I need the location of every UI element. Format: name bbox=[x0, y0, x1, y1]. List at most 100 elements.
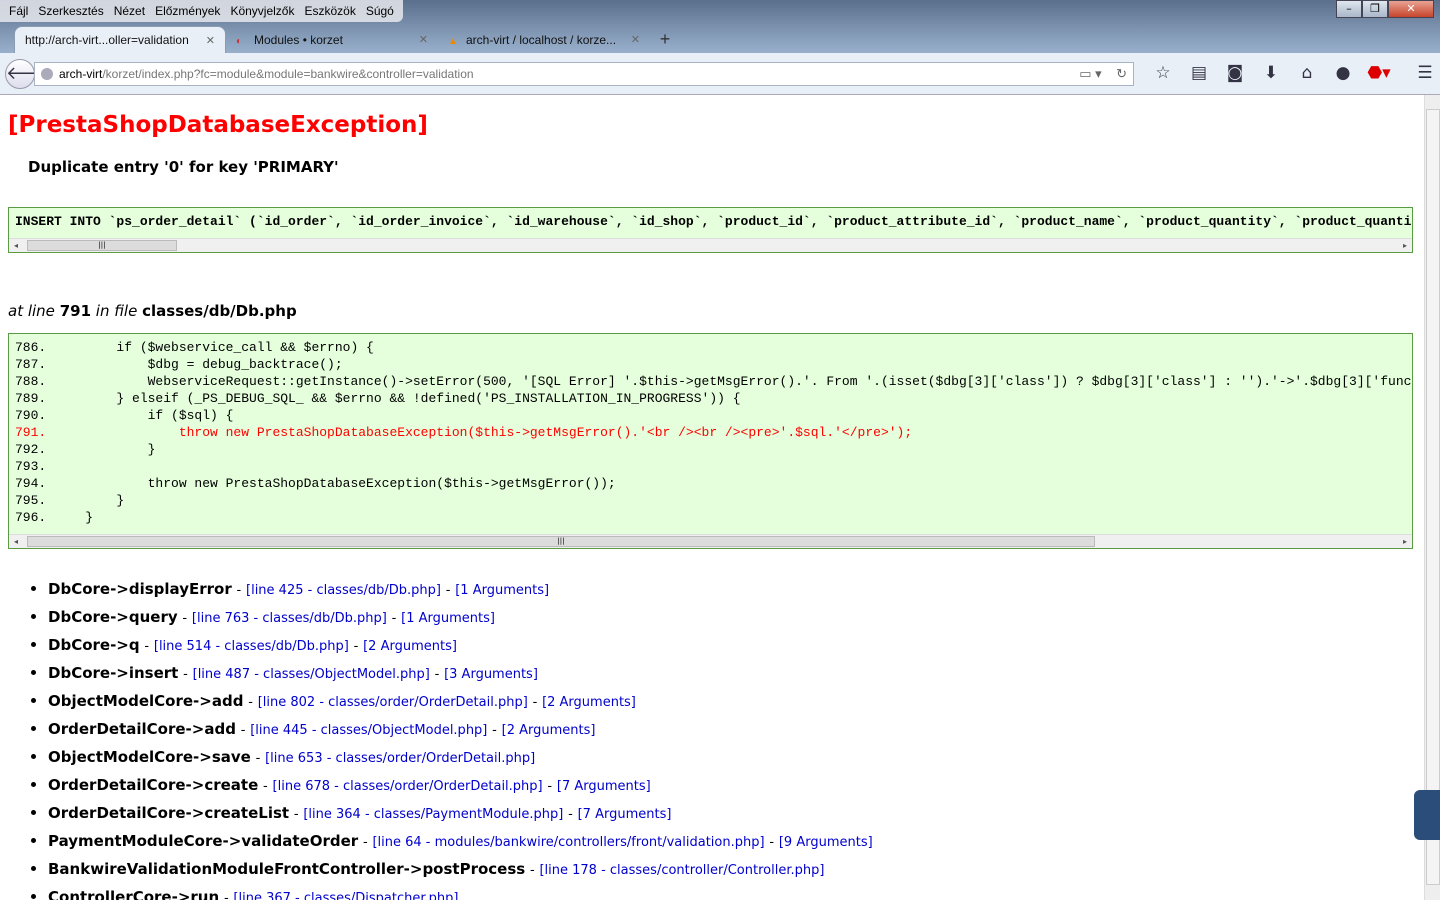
trace-function: DbCore->insert bbox=[48, 664, 179, 682]
pocket-icon[interactable]: ◙ bbox=[1217, 63, 1253, 83]
error-location: at line 791 in file classes/db/Db.php bbox=[8, 302, 297, 320]
phpmyadmin-icon: ▲ bbox=[448, 35, 458, 47]
url-host: arch-virt bbox=[59, 67, 103, 81]
trace-function: PaymentModuleCore->validateOrder bbox=[48, 832, 359, 850]
tab-strip: http://arch-virt...oller=validation ✕ ◐ Mo… bbox=[14, 26, 680, 53]
sql-horizontal-scrollbar[interactable]: ◂ ||| ▸ bbox=[9, 238, 1412, 252]
trace-location-link[interactable]: [line 514 - classes/db/Db.php] bbox=[154, 639, 349, 654]
home-icon[interactable]: ⌂ bbox=[1289, 63, 1325, 83]
chat-icon[interactable]: ● bbox=[1325, 63, 1361, 83]
prestashop-icon: ◐ bbox=[236, 35, 243, 47]
code-before: 786. if ($webservice_call && $errno) { 7… bbox=[15, 340, 1412, 423]
back-button[interactable]: 🡐 bbox=[5, 59, 54, 89]
adblock-icon[interactable]: ⬣▾ bbox=[1361, 63, 1397, 83]
close-tab-icon[interactable]: ✕ bbox=[419, 33, 428, 46]
trace-item: BankwireValidationModuleFrontController-… bbox=[48, 859, 873, 887]
menu-item[interactable]: Könyvjelzők bbox=[225, 4, 299, 18]
trace-function: OrderDetailCore->createList bbox=[48, 804, 290, 822]
trace-function: DbCore->q bbox=[48, 636, 140, 654]
trace-function: DbCore->query bbox=[48, 608, 178, 626]
trace-location-link[interactable]: [line 364 - classes/PaymentModule.php] bbox=[303, 807, 563, 822]
hamburger-menu-icon[interactable]: ☰ bbox=[1407, 63, 1440, 83]
trace-item: ObjectModelCore->add - [line 802 - class… bbox=[48, 691, 873, 719]
trace-item: PaymentModuleCore->validateOrder - [line… bbox=[48, 831, 873, 859]
trace-item: OrderDetailCore->add - [line 445 - class… bbox=[48, 719, 873, 747]
trace-arguments-link[interactable]: [3 Arguments] bbox=[444, 667, 538, 682]
code-error-line: 791. throw new PrestaShopDatabaseExcepti… bbox=[15, 425, 913, 440]
trace-location-link[interactable]: [line 64 - modules/bankwire/controllers/… bbox=[372, 835, 764, 850]
trace-location-link[interactable]: [line 367 - classes/Dispatcher.php] bbox=[233, 891, 458, 900]
nav-bar: 🡐 arch-virt/korzet/index.php?fc=module&m… bbox=[0, 53, 1440, 95]
menu-item[interactable]: Előzmények bbox=[150, 4, 225, 18]
stack-trace: DbCore->displayError - [line 425 - class… bbox=[48, 579, 873, 900]
trace-location-link[interactable]: [line 802 - classes/order/OrderDetail.ph… bbox=[258, 695, 528, 710]
url-bar[interactable]: arch-virt/korzet/index.php?fc=module&mod… bbox=[34, 62, 1134, 86]
reload-icon[interactable]: ↻ bbox=[1116, 66, 1127, 81]
sql-box: INSERT INTO `ps_order_detail` (`id_order… bbox=[8, 207, 1413, 253]
trace-location-link[interactable]: [line 445 - classes/ObjectModel.php] bbox=[250, 723, 487, 738]
menu-item[interactable]: Fájl bbox=[4, 4, 33, 18]
globe-icon bbox=[41, 68, 53, 80]
trace-item: ObjectModelCore->save - [line 653 - clas… bbox=[48, 747, 873, 775]
menu-item[interactable]: Eszközök bbox=[299, 4, 360, 18]
menu-item[interactable]: Súgó bbox=[361, 4, 399, 18]
menu-item[interactable]: Szerkesztés bbox=[33, 4, 108, 18]
teamviewer-tab[interactable] bbox=[1414, 790, 1440, 840]
error-message: Duplicate entry '0' for key 'PRIMARY' bbox=[28, 158, 339, 176]
trace-function: ObjectModelCore->save bbox=[48, 748, 251, 766]
code-horizontal-scrollbar[interactable]: ◂ ||| ▸ bbox=[9, 534, 1412, 548]
tab-title: Modules • korzet bbox=[254, 32, 343, 47]
close-window-button[interactable]: ✕ bbox=[1388, 0, 1434, 18]
trace-item: DbCore->q - [line 514 - classes/db/Db.ph… bbox=[48, 635, 873, 663]
download-icon[interactable]: ⬇ bbox=[1253, 63, 1289, 83]
close-tab-icon[interactable]: ✕ bbox=[206, 34, 215, 47]
browser-chrome: Fájl Szerkesztés Nézet Előzmények Könyvjelző… bbox=[0, 0, 1440, 95]
window-controls: – ❐ ✕ bbox=[1336, 0, 1434, 18]
trace-arguments-link[interactable]: [2 Arguments] bbox=[363, 639, 457, 654]
code-after: 792. } 793. 794. throw new PrestaShopDat… bbox=[15, 442, 616, 525]
trace-item: ControllerCore->run - [line 367 - classe… bbox=[48, 887, 873, 900]
trace-arguments-link[interactable]: [7 Arguments] bbox=[557, 779, 651, 794]
close-tab-icon[interactable]: ✕ bbox=[631, 33, 640, 46]
tab-phpmyadmin[interactable]: ▲ arch-virt / localhost / korze... ✕ bbox=[438, 26, 650, 53]
reader-view-icon[interactable]: ▭ ▾ bbox=[1079, 66, 1101, 81]
trace-location-link[interactable]: [line 763 - classes/db/Db.php] bbox=[192, 611, 387, 626]
minimize-button[interactable]: – bbox=[1336, 0, 1362, 18]
trace-arguments-link[interactable]: [2 Arguments] bbox=[542, 695, 636, 710]
trace-arguments-link[interactable]: [7 Arguments] bbox=[578, 807, 672, 822]
toolbar: ☆ ▤ ◙ ⬇ ⌂ ● ⬣▾ ☰ bbox=[1145, 63, 1440, 83]
maximize-button[interactable]: ❐ bbox=[1362, 0, 1388, 18]
trace-arguments-link[interactable]: [1 Arguments] bbox=[455, 583, 549, 598]
trace-function: ObjectModelCore->add bbox=[48, 692, 244, 710]
trace-function: BankwireValidationModuleFrontController-… bbox=[48, 860, 526, 878]
trace-item: DbCore->query - [line 763 - classes/db/D… bbox=[48, 607, 873, 635]
tab-title: http://arch-virt...oller=validation bbox=[25, 33, 189, 47]
tab-title: arch-virt / localhost / korze... bbox=[466, 32, 617, 47]
trace-location-link[interactable]: [line 425 - classes/db/Db.php] bbox=[246, 583, 441, 598]
tab-validation[interactable]: http://arch-virt...oller=validation ✕ bbox=[14, 26, 226, 53]
trace-arguments-link[interactable]: [2 Arguments] bbox=[502, 723, 596, 738]
trace-location-link[interactable]: [line 653 - classes/order/OrderDetail.ph… bbox=[265, 751, 535, 766]
exception-title: [PrestaShopDatabaseException] bbox=[8, 112, 428, 138]
bookmarks-list-icon[interactable]: ▤ bbox=[1181, 63, 1217, 83]
trace-arguments-link[interactable]: [9 Arguments] bbox=[779, 835, 873, 850]
trace-location-link[interactable]: [line 487 - classes/ObjectModel.php] bbox=[193, 667, 430, 682]
trace-item: DbCore->displayError - [line 425 - class… bbox=[48, 579, 873, 607]
trace-function: OrderDetailCore->create bbox=[48, 776, 259, 794]
trace-function: ControllerCore->run bbox=[48, 888, 220, 900]
tab-modules[interactable]: ◐ Modules • korzet ✕ bbox=[226, 26, 438, 53]
trace-item: OrderDetailCore->createList - [line 364 … bbox=[48, 803, 873, 831]
menu-item[interactable]: Nézet bbox=[109, 4, 150, 18]
trace-location-link[interactable]: [line 178 - classes/controller/Controlle… bbox=[539, 863, 824, 878]
bookmark-star-icon[interactable]: ☆ bbox=[1145, 63, 1181, 83]
sql-query: INSERT INTO `ps_order_detail` (`id_order… bbox=[15, 214, 1413, 229]
new-tab-button[interactable]: + bbox=[650, 26, 680, 53]
menu-bar: Fájl Szerkesztés Nézet Előzmények Könyvjelző… bbox=[0, 0, 403, 22]
trace-arguments-link[interactable]: [1 Arguments] bbox=[401, 611, 495, 626]
page-vertical-scrollbar[interactable] bbox=[1424, 95, 1440, 900]
trace-item: OrderDetailCore->create - [line 678 - cl… bbox=[48, 775, 873, 803]
trace-location-link[interactable]: [line 678 - classes/order/OrderDetail.ph… bbox=[273, 779, 543, 794]
code-box: 786. if ($webservice_call && $errno) { 7… bbox=[8, 333, 1413, 549]
trace-item: DbCore->insert - [line 487 - classes/Obj… bbox=[48, 663, 873, 691]
page-content: [PrestaShopDatabaseException] Duplicate … bbox=[0, 95, 1424, 900]
